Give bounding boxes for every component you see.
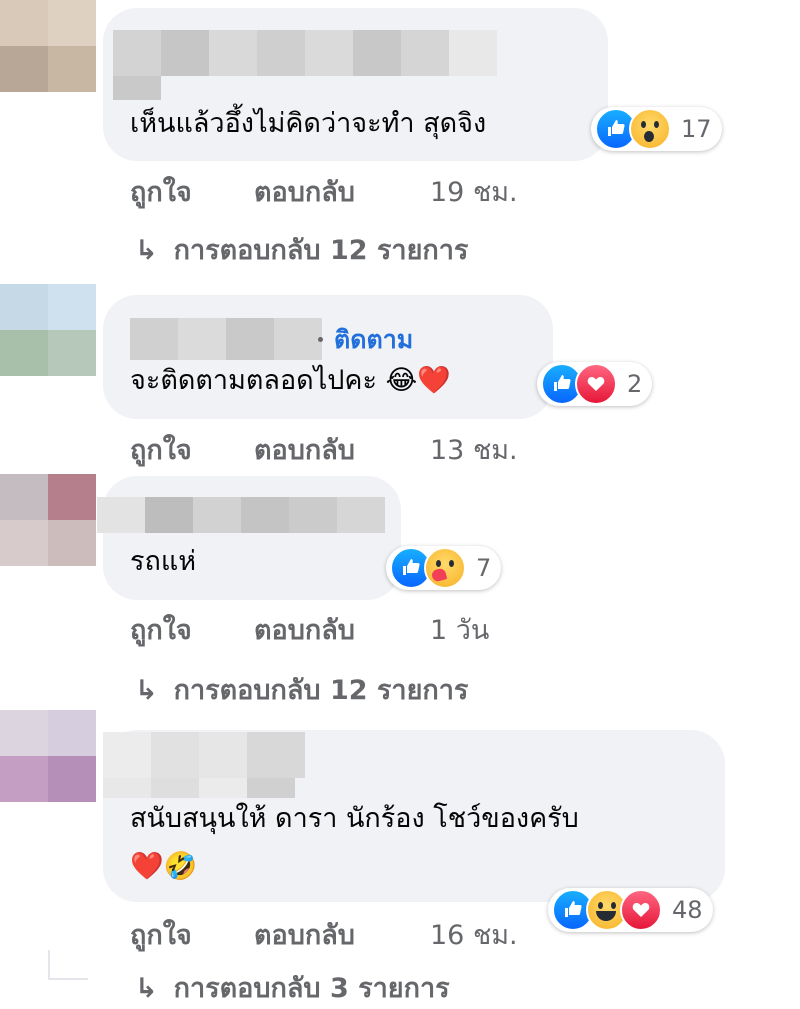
reaction-summary[interactable]: 2 — [537, 362, 653, 406]
separator-dot — [318, 337, 323, 342]
reply-button[interactable]: ตอบกลับ — [254, 170, 355, 213]
reply-button[interactable]: ตอบกลับ — [254, 428, 355, 471]
timestamp[interactable]: 16 ชม. — [430, 913, 518, 956]
avatar[interactable] — [0, 474, 96, 566]
follow-link[interactable]: ติดตาม — [334, 320, 413, 360]
view-replies-link[interactable]: ↳ การตอบกลับ 3 รายการ — [135, 966, 450, 1009]
comment-text: จะติดตามตลอดไปคะ 😂❤️ — [130, 365, 451, 396]
reaction-count: 2 — [627, 370, 643, 398]
love-icon — [575, 363, 617, 405]
love-icon — [620, 889, 662, 931]
reply-arrow-icon: ↳ — [135, 235, 158, 266]
reply-button[interactable]: ตอบกลับ — [254, 608, 355, 651]
emoji: 😂❤️ — [385, 365, 451, 396]
like-button[interactable]: ถูกใจ — [130, 428, 192, 471]
commenter-name[interactable] — [97, 497, 385, 533]
replies-label: การตอบกลับ 12 รายการ — [173, 235, 469, 266]
reaction-count: 17 — [681, 115, 712, 143]
thread-line — [48, 950, 50, 980]
reply-button[interactable]: ตอบกลับ — [254, 913, 355, 956]
commenter-name-blur — [113, 76, 161, 100]
avatar[interactable] — [0, 0, 96, 92]
comment-text: รถแห่ — [130, 546, 197, 577]
reaction-summary[interactable]: 17 — [591, 107, 722, 151]
emoji: ❤️🤣 — [130, 851, 198, 882]
comment-text: เห็นแล้วอึ้งไม่คิดว่าจะทำ สุดจิง — [130, 108, 487, 139]
replies-label: การตอบกลับ 12 รายการ — [173, 675, 469, 706]
like-button[interactable]: ถูกใจ — [130, 608, 192, 651]
like-button[interactable]: ถูกใจ — [130, 913, 192, 956]
comment-text: สนับสนุนให้ ดารา นักร้อง โชว์ของครับ — [130, 803, 579, 834]
view-replies-link[interactable]: ↳ การตอบกลับ 12 รายการ — [135, 668, 468, 711]
commenter-name[interactable] — [103, 732, 305, 778]
timestamp[interactable]: 19 ชม. — [430, 170, 518, 213]
avatar[interactable] — [0, 284, 96, 376]
commenter-name[interactable] — [113, 30, 497, 76]
like-button[interactable]: ถูกใจ — [130, 170, 192, 213]
commenter-name-blur — [103, 778, 295, 798]
timestamp[interactable]: 1 วัน — [430, 608, 489, 651]
reaction-count: 7 — [476, 554, 492, 582]
view-replies-link[interactable]: ↳ การตอบกลับ 12 รายการ — [135, 228, 468, 271]
comment-bubble — [103, 476, 401, 600]
reaction-count: 48 — [672, 896, 703, 924]
reaction-summary[interactable]: 48 — [548, 888, 713, 932]
care-icon — [424, 547, 466, 589]
reply-arrow-icon: ↳ — [135, 675, 158, 706]
thread-line — [48, 978, 88, 980]
timestamp[interactable]: 13 ชม. — [430, 428, 518, 471]
avatar[interactable] — [0, 710, 96, 802]
wow-icon — [629, 108, 671, 150]
commenter-name[interactable] — [130, 318, 322, 360]
reaction-summary[interactable]: 7 — [386, 546, 502, 590]
